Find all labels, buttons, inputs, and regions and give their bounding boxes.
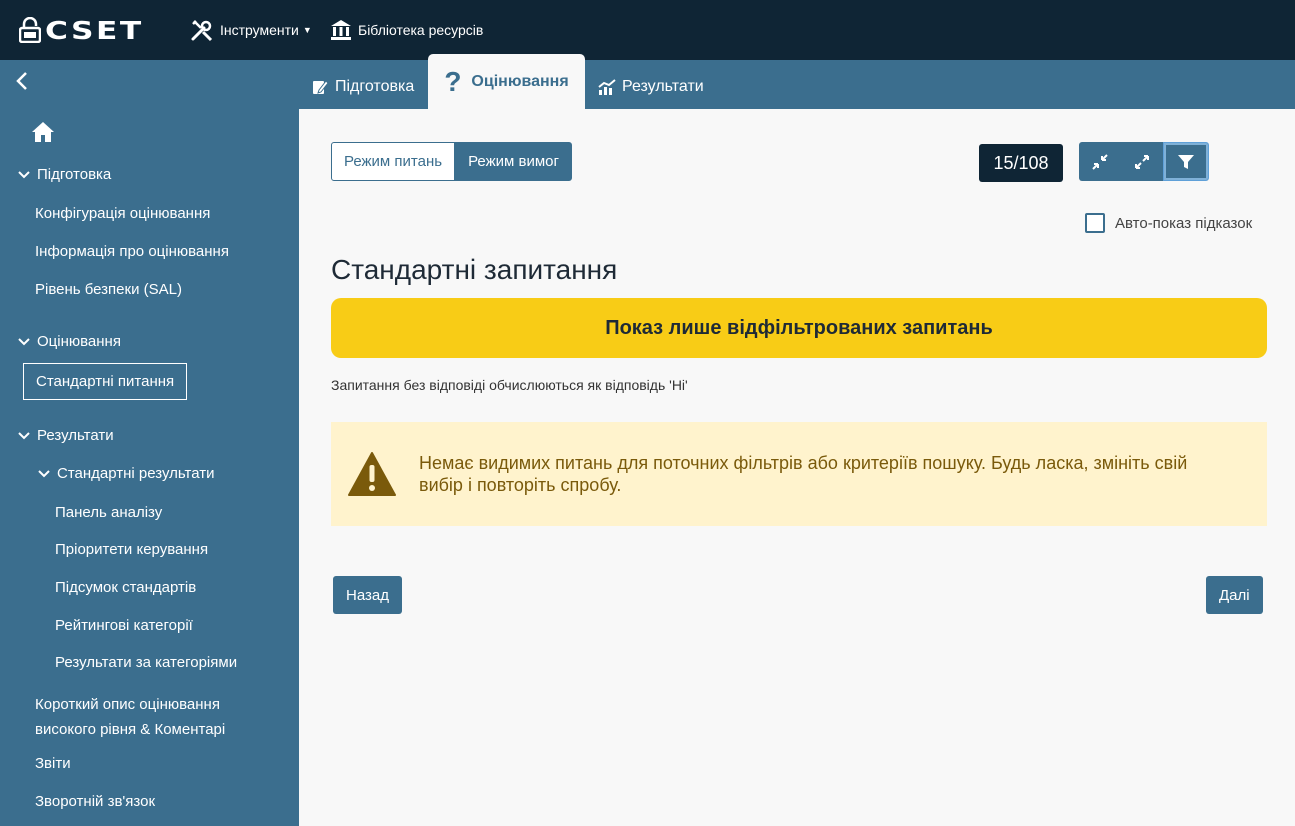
sidebar-group-standard-results-label: Стандартні результати <box>57 465 215 482</box>
back-button[interactable]: Назад <box>333 576 402 614</box>
chevron-left-icon <box>16 72 27 90</box>
clipboard-edit-icon <box>311 78 329 96</box>
cset-logo[interactable]: CSET <box>19 0 141 60</box>
resource-library-link[interactable]: Бібліотека ресурсів <box>330 16 483 44</box>
auto-hint-checkbox[interactable] <box>1085 213 1105 233</box>
chevron-down-icon <box>18 337 30 346</box>
sidebar: Підготовка Конфігурація оцінювання Інфор… <box>0 109 299 826</box>
executive-summary-line1: Короткий опис оцінювання <box>35 696 220 713</box>
chevron-down-icon <box>38 469 50 478</box>
tab-results-label: Результати <box>622 77 704 95</box>
sidebar-group-prepare-label: Підготовка <box>37 166 112 183</box>
tab-assessment[interactable]: ? Оцінювання <box>428 54 585 109</box>
sidebar-item-sal[interactable]: Рівень безпеки (SAL) <box>35 281 182 298</box>
next-button[interactable]: Далі <box>1206 576 1263 614</box>
sidebar-item-results-by-category[interactable]: Результати за категоріями <box>55 654 237 671</box>
no-questions-warning: Немає видимих питань для поточних фільтр… <box>331 422 1267 526</box>
warning-icon <box>347 451 397 497</box>
chevron-down-icon <box>18 170 30 179</box>
collapse-sidebar-button[interactable] <box>14 70 36 96</box>
tab-prepare-label: Підготовка <box>335 77 415 95</box>
expand-all-button[interactable] <box>1121 142 1163 181</box>
collapse-all-button[interactable] <box>1079 142 1121 181</box>
filter-icon <box>1178 154 1194 169</box>
main-content: Режим питань Режим вимог 15/108 Авто-пок… <box>299 109 1295 826</box>
page-title: Стандартні запитання <box>331 254 618 285</box>
tools-menu[interactable]: Інструменти ▼ <box>190 16 312 44</box>
top-bar: CSET Інструменти ▼ Бібліотека ресурсів <box>0 0 1295 60</box>
question-icon: ? <box>444 65 462 97</box>
sidebar-item-feedback[interactable]: Зворотній зв'язок <box>35 793 155 810</box>
requirement-mode-button[interactable]: Режим вимог <box>455 142 572 181</box>
warning-message: Немає видимих питань для поточних фільтр… <box>419 453 1188 495</box>
question-counter: 15/108 <box>979 144 1063 182</box>
sidebar-group-assessment-label: Оцінювання <box>37 333 121 350</box>
sidebar-item-ranked-categories[interactable]: Рейтингові категорії <box>55 617 193 634</box>
sidebar-item-config[interactable]: Конфігурація оцінювання <box>35 205 210 222</box>
question-mode-button[interactable]: Режим питань <box>331 142 456 181</box>
mode-toggle: Режим питань Режим вимог <box>331 142 572 181</box>
sidebar-group-prepare[interactable]: Підготовка <box>18 166 111 183</box>
auto-hint-toggle[interactable]: Авто-показ підказок <box>1085 213 1252 233</box>
chevron-down-icon: ▼ <box>302 25 312 35</box>
filter-banner: Показ лише відфільтрованих запитань <box>331 298 1267 358</box>
sidebar-group-results[interactable]: Результати <box>18 427 114 444</box>
view-tools <box>1079 142 1209 181</box>
sidebar-item-info[interactable]: Інформація про оцінювання <box>35 243 229 260</box>
lock-icon <box>19 17 41 43</box>
sidebar-item-control-priorities[interactable]: Пріоритети керування <box>55 541 208 558</box>
library-label: Бібліотека ресурсів <box>358 22 484 38</box>
library-icon <box>330 19 352 41</box>
sidebar-item-standard-questions[interactable]: Стандартні питання <box>23 363 188 400</box>
unanswered-note: Запитання без відповіді обчислюються як … <box>331 377 688 393</box>
home-button[interactable] <box>31 121 55 148</box>
sidebar-item-standards-summary[interactable]: Підсумок стандартів <box>55 579 196 596</box>
sidebar-group-assessment[interactable]: Оцінювання <box>18 333 121 350</box>
executive-summary-line2: високого рівня & Коментарі <box>35 721 226 738</box>
expand-icon <box>1135 154 1149 169</box>
chart-icon <box>598 78 616 96</box>
sidebar-group-standard-results[interactable]: Стандартні результати <box>38 465 215 482</box>
filter-button[interactable] <box>1163 142 1209 181</box>
tab-results[interactable]: Результати <box>598 60 704 109</box>
sidebar-item-reports[interactable]: Звіти <box>35 755 71 772</box>
auto-hint-label: Авто-показ підказок <box>1115 214 1253 232</box>
tab-prepare[interactable]: Підготовка <box>311 60 414 109</box>
tools-label: Інструменти <box>220 22 299 38</box>
tab-bar: Підготовка ? Оцінювання Результати <box>0 54 1295 109</box>
sidebar-item-analysis-dashboard[interactable]: Панель аналізу <box>55 504 162 521</box>
sidebar-item-executive-summary[interactable]: Короткий опис оцінювання високого рівня … <box>35 692 225 742</box>
tab-assessment-label: Оцінювання <box>471 72 569 90</box>
chevron-down-icon <box>18 431 30 440</box>
sidebar-group-results-label: Результати <box>37 427 114 444</box>
home-icon <box>32 122 54 142</box>
logo-text: CSET <box>45 15 144 45</box>
compress-icon <box>1092 153 1108 170</box>
tools-icon <box>190 18 214 42</box>
